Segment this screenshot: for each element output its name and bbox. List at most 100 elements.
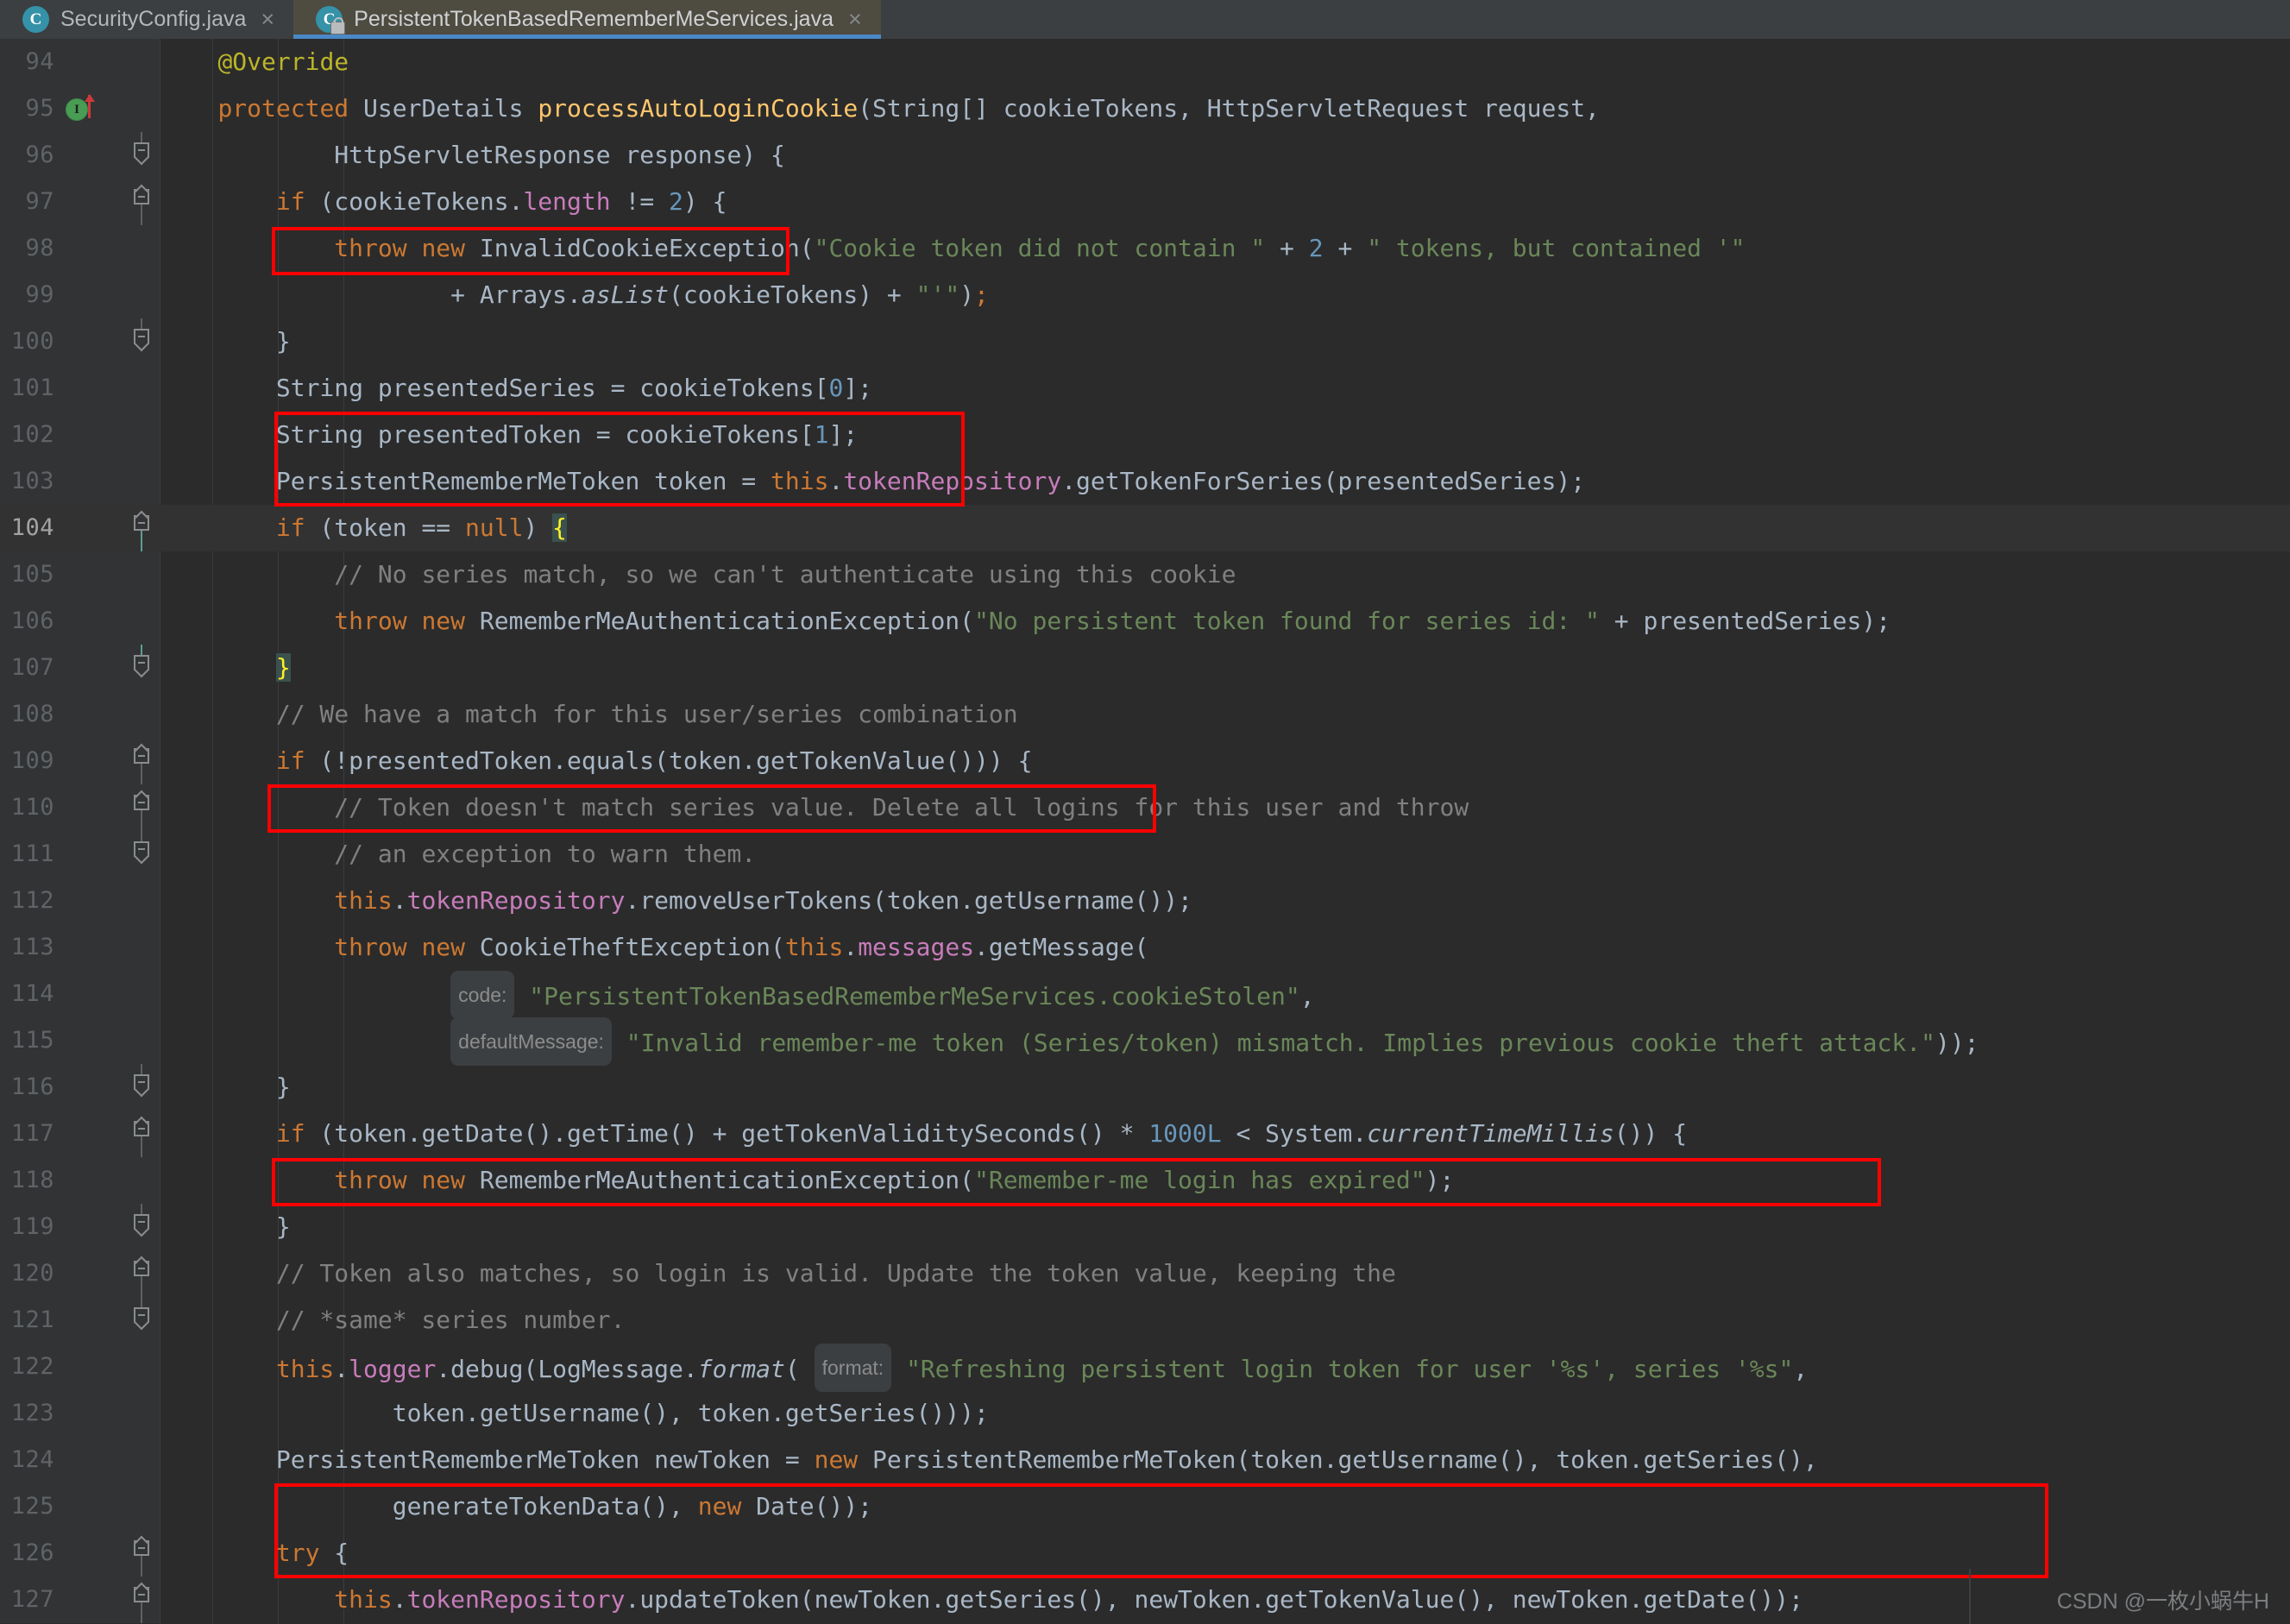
line-content-104: if (token == null) { [160, 505, 567, 551]
gutter-97[interactable]: 97 [0, 179, 160, 225]
code-line-105[interactable]: 105 // No series match, so we can't auth… [0, 551, 2290, 598]
code-line-113[interactable]: 113 throw new CookieTheftException(this.… [0, 924, 2290, 971]
code-line-97[interactable]: 97 if (cookieTokens.length != 2) { [0, 179, 2290, 225]
code-line-96[interactable]: 96 HttpServletResponse response) { [0, 132, 2290, 179]
fold-marker-collapse-icon[interactable] [128, 1297, 155, 1344]
gutter-125[interactable]: 125 [0, 1483, 160, 1530]
gutter-120[interactable]: 120 [0, 1250, 160, 1297]
code-line-125[interactable]: 125 generateTokenData(), new Date()); [0, 1483, 2290, 1530]
code-line-98[interactable]: 98 throw new InvalidCookieException("Coo… [0, 225, 2290, 272]
editor-tab-persistenttokenbasedremembermeservices[interactable]: C PersistentTokenBasedRememberMeServices… [293, 0, 881, 39]
gutter-121[interactable]: 121 [0, 1297, 160, 1344]
gutter-94[interactable]: 94 [0, 39, 160, 85]
gutter-117[interactable]: 117 [0, 1111, 160, 1157]
fold-marker-collapse-icon[interactable] [128, 1530, 155, 1577]
gutter-109[interactable]: 109 [0, 738, 160, 784]
override-implements-icon[interactable]: I [66, 97, 91, 122]
gutter-102[interactable]: 102 [0, 412, 160, 458]
fold-marker-collapse-icon[interactable] [128, 505, 155, 551]
code-line-116[interactable]: 116 } [0, 1064, 2290, 1111]
gutter-126[interactable]: 126 [0, 1530, 160, 1577]
code-line-107[interactable]: 107 } [0, 645, 2290, 691]
fold-marker-collapse-icon[interactable] [128, 1064, 155, 1111]
line-content-99: + Arrays.asList(cookieTokens) + "'"); [160, 272, 989, 318]
gutter-95[interactable]: 95 I [0, 85, 160, 132]
code-line-115[interactable]: 115 defaultMessage: "Invalid remember-me… [0, 1017, 2290, 1064]
gutter-119[interactable]: 119 [0, 1204, 160, 1250]
gutter-111[interactable]: 111 [0, 831, 160, 878]
code-line-99[interactable]: 99 + Arrays.asList(cookieTokens) + "'"); [0, 272, 2290, 318]
code-line-120[interactable]: 120 // Token also matches, so login is v… [0, 1250, 2290, 1297]
gutter-115[interactable]: 115 [0, 1017, 160, 1064]
gutter-108[interactable]: 108 [0, 691, 160, 738]
fold-marker-collapse-icon[interactable] [128, 1111, 155, 1157]
fold-marker-collapse-icon[interactable] [128, 784, 155, 831]
gutter-105[interactable]: 105 [0, 551, 160, 598]
code-line-95[interactable]: 95 I protected UserDetails processAutoLo… [0, 85, 2290, 132]
gutter-123[interactable]: 123 [0, 1390, 160, 1437]
code-line-94[interactable]: 94 @Override [0, 39, 2290, 85]
close-icon[interactable]: × [261, 8, 274, 31]
code-line-127[interactable]: 127 this.tokenRepository.updateToken(new… [0, 1577, 2290, 1623]
code-line-121[interactable]: 121 // *same* series number. [0, 1297, 2290, 1344]
fold-marker-collapse-icon[interactable] [128, 645, 155, 691]
close-icon[interactable]: × [848, 8, 862, 31]
gutter-124[interactable]: 124 [0, 1437, 160, 1483]
code-line-122[interactable]: 122 this.logger.debug(LogMessage.format(… [0, 1344, 2290, 1390]
editor-tab-securityconfig[interactable]: C SecurityConfig.java × [0, 0, 293, 39]
editor-tab-bar: C SecurityConfig.java × C PersistentToke… [0, 0, 2290, 39]
fold-marker-collapse-icon[interactable] [128, 1577, 155, 1623]
code-line-111[interactable]: 111 // an exception to warn them. [0, 831, 2290, 878]
gutter-122[interactable]: 122 [0, 1344, 160, 1390]
code-line-118[interactable]: 118 throw new RememberMeAuthenticationEx… [0, 1157, 2290, 1204]
fold-marker-collapse-icon[interactable] [128, 179, 155, 225]
line-number: 111 [11, 831, 54, 878]
line-content-108: // We have a match for this user/series … [160, 691, 1018, 738]
code-editor[interactable]: 94 @Override 95 I protected UserDetails … [0, 39, 2290, 1624]
code-line-101[interactable]: 101 String presentedSeries = cookieToken… [0, 365, 2290, 412]
gutter-101[interactable]: 101 [0, 365, 160, 412]
line-number: 123 [11, 1390, 54, 1437]
code-line-104[interactable]: 104 if (token == null) { [0, 505, 2290, 551]
code-line-109[interactable]: 109 if (!presentedToken.equals(token.get… [0, 738, 2290, 784]
code-line-102[interactable]: 102 String presentedToken = cookieTokens… [0, 412, 2290, 458]
code-line-106[interactable]: 106 throw new RememberMeAuthenticationEx… [0, 598, 2290, 645]
gutter-113[interactable]: 113 [0, 924, 160, 971]
gutter-99[interactable]: 99 [0, 272, 160, 318]
inlay-hint-format: format: [815, 1344, 892, 1392]
gutter-110[interactable]: 110 [0, 784, 160, 831]
gutter-116[interactable]: 116 [0, 1064, 160, 1111]
gutter-96[interactable]: 96 [0, 132, 160, 179]
code-line-114[interactable]: 114 code: "PersistentTokenBasedRememberM… [0, 971, 2290, 1017]
code-line-117[interactable]: 117 if (token.getDate().getTime() + getT… [0, 1111, 2290, 1157]
gutter-100[interactable]: 100 [0, 318, 160, 365]
code-line-110[interactable]: 110 // Token doesn't match series value.… [0, 784, 2290, 831]
gutter-114[interactable]: 114 [0, 971, 160, 1017]
code-line-126[interactable]: 126 try { [0, 1530, 2290, 1577]
fold-marker-collapse-icon[interactable] [128, 738, 155, 784]
code-line-112[interactable]: 112 this.tokenRepository.removeUserToken… [0, 878, 2290, 924]
code-line-100[interactable]: 100 } [0, 318, 2290, 365]
fold-marker-collapse-icon[interactable] [128, 318, 155, 365]
fold-marker-collapse-icon[interactable] [128, 1204, 155, 1250]
fold-marker-collapse-icon[interactable] [128, 1250, 155, 1297]
gutter-106[interactable]: 106 [0, 598, 160, 645]
code-line-103[interactable]: 103 PersistentRememberMeToken token = th… [0, 458, 2290, 505]
line-number: 100 [11, 318, 54, 365]
line-content-121: // *same* series number. [160, 1297, 625, 1344]
gutter-103[interactable]: 103 [0, 458, 160, 505]
gutter-107[interactable]: 107 [0, 645, 160, 691]
fold-marker-collapse-icon[interactable] [128, 132, 155, 179]
code-line-124[interactable]: 124 PersistentRememberMeToken newToken =… [0, 1437, 2290, 1483]
gutter-98[interactable]: 98 [0, 225, 160, 272]
line-content-96: HttpServletResponse response) { [160, 132, 785, 179]
line-number: 119 [11, 1204, 54, 1250]
code-line-123[interactable]: 123 token.getUsername(), token.getSeries… [0, 1390, 2290, 1437]
gutter-118[interactable]: 118 [0, 1157, 160, 1204]
fold-marker-collapse-icon[interactable] [128, 831, 155, 878]
gutter-104[interactable]: 104 [0, 505, 160, 551]
code-line-119[interactable]: 119 } [0, 1204, 2290, 1250]
code-line-108[interactable]: 108 // We have a match for this user/ser… [0, 691, 2290, 738]
gutter-112[interactable]: 112 [0, 878, 160, 924]
gutter-127[interactable]: 127 [0, 1577, 160, 1623]
